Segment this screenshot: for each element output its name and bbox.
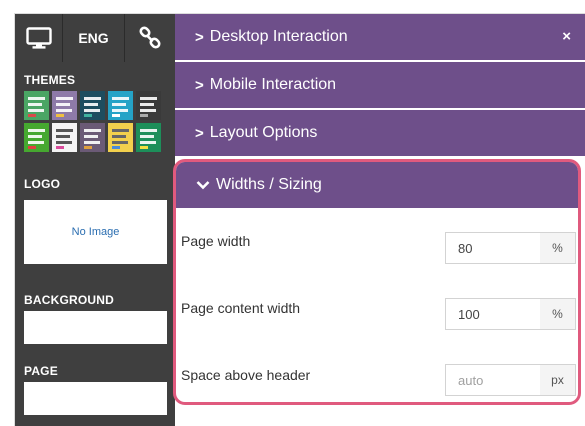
monitor-icon <box>25 27 52 49</box>
theme-swatch[interactable] <box>108 91 133 120</box>
theme-swatch[interactable] <box>52 91 77 120</box>
background-label: BACKGROUND <box>24 293 114 307</box>
theme-swatch[interactable] <box>136 91 161 120</box>
desktop-view-button[interactable] <box>15 14 63 62</box>
section-label: Mobile Interaction <box>209 76 337 93</box>
theme-swatch[interactable] <box>24 91 49 120</box>
theme-swatch[interactable] <box>80 123 105 152</box>
logo-upload-box[interactable]: No Image <box>24 200 167 264</box>
page-label: PAGE <box>24 364 58 378</box>
language-label: ENG <box>78 30 109 46</box>
theme-swatch[interactable] <box>80 91 105 120</box>
background-picker[interactable] <box>24 311 167 344</box>
link-icon <box>139 26 161 49</box>
themes-grid <box>24 91 175 152</box>
language-button[interactable]: ENG <box>63 14 125 62</box>
theme-swatch[interactable] <box>136 123 161 152</box>
logo-placeholder-text: No Image <box>71 226 120 238</box>
section-mobile-interaction[interactable]: > Mobile Interaction <box>175 62 585 109</box>
theme-swatch[interactable] <box>108 123 133 152</box>
section-label: Layout Options <box>209 124 318 141</box>
close-icon[interactable]: × <box>562 28 571 45</box>
sidebar-toolbar: ENG <box>15 14 175 62</box>
theme-swatch[interactable] <box>24 123 49 152</box>
themes-label: THEMES <box>24 73 76 87</box>
logo-label: LOGO <box>24 177 61 191</box>
link-button[interactable] <box>125 14 175 62</box>
theme-swatch[interactable] <box>52 123 77 152</box>
page-picker[interactable] <box>24 382 167 415</box>
chevron-right-icon: > <box>195 76 204 94</box>
chevron-right-icon: > <box>195 28 204 46</box>
sidebar: ENG THEMES LOGO No Image BACKGROUND PAGE <box>15 14 175 426</box>
section-label: Desktop Interaction <box>209 28 348 45</box>
widths-sizing-highlight <box>173 159 581 405</box>
chevron-right-icon: > <box>195 124 204 142</box>
section-layout-options[interactable]: > Layout Options <box>175 110 585 157</box>
section-desktop-interaction[interactable]: > Desktop Interaction × <box>175 14 585 61</box>
